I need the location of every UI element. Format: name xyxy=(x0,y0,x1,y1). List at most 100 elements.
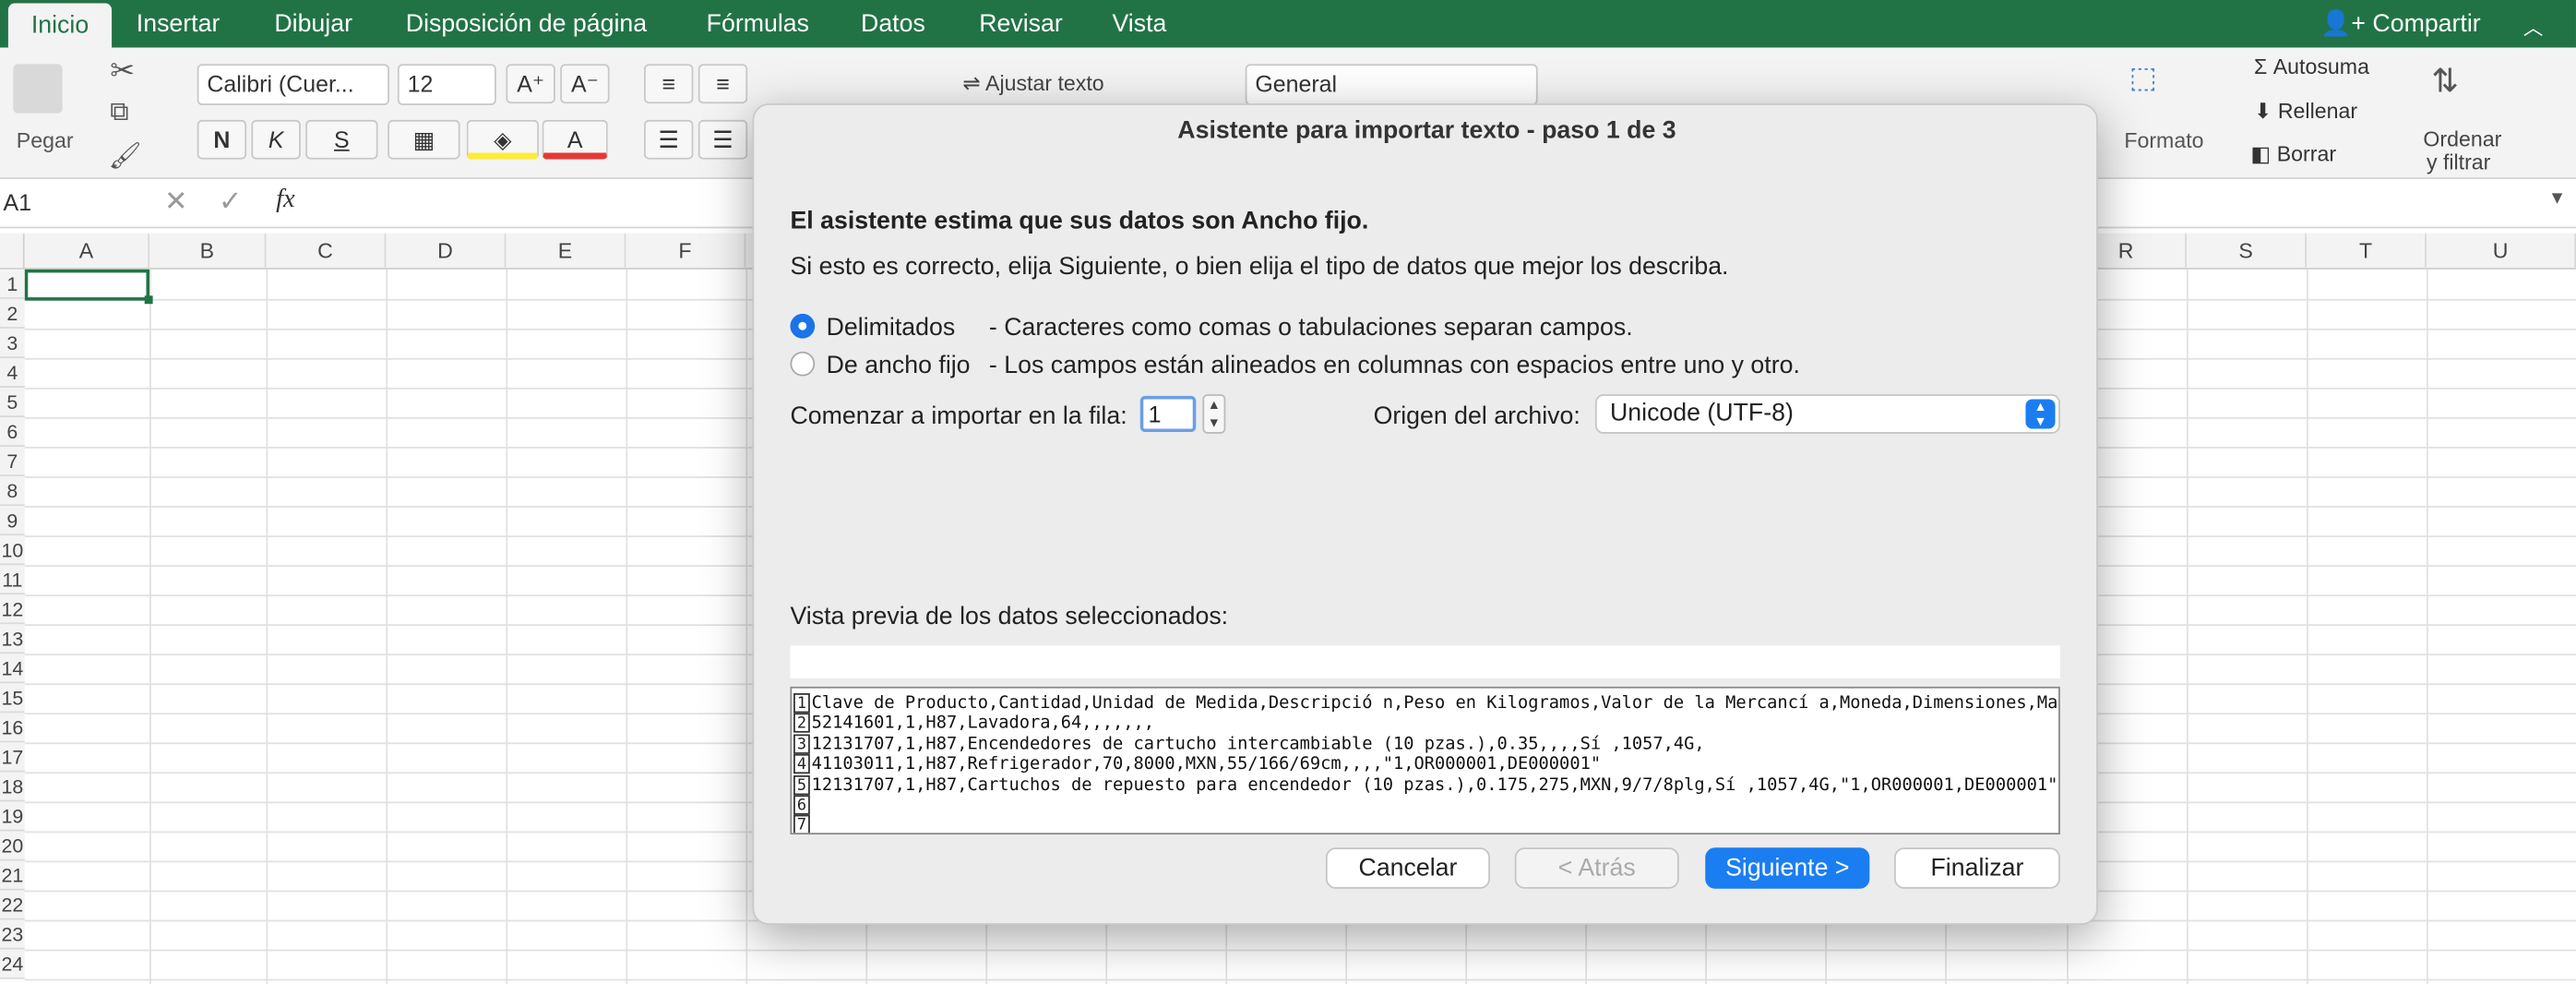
format-painter-icon[interactable]: 🖌 xyxy=(109,139,142,173)
cancel-button[interactable]: Cancelar xyxy=(1325,847,1491,889)
cancel-formula-icon[interactable]: ✕ xyxy=(164,186,187,219)
row-header[interactable]: 5 xyxy=(0,387,25,418)
col-header-f[interactable]: F xyxy=(626,233,746,270)
start-row-input[interactable]: 1 xyxy=(1139,395,1197,433)
sort-filter-label-1[interactable]: Ordenar xyxy=(2423,126,2501,151)
align-middle-icon[interactable]: ≡ xyxy=(698,64,748,104)
tab-dibujar[interactable]: Dibujar xyxy=(274,0,352,48)
clear-button[interactable]: ◧ Borrar xyxy=(2250,141,2336,167)
font-name-select[interactable]: Calibri (Cuer... xyxy=(197,64,390,105)
col-gridline xyxy=(266,269,268,984)
option-delimited-label[interactable]: Delimitados xyxy=(827,314,956,342)
fill-button[interactable]: ⬇ Rellenar xyxy=(2254,99,2357,125)
row-header[interactable]: 17 xyxy=(0,742,25,773)
col-header-e[interactable]: E xyxy=(506,233,626,270)
row-header[interactable]: 15 xyxy=(0,683,25,714)
row-header[interactable]: 22 xyxy=(0,890,25,920)
row-header[interactable]: 1 xyxy=(0,269,25,299)
col-header-t[interactable]: T xyxy=(2306,233,2427,270)
wrap-text-icon: ⇌ xyxy=(962,70,985,96)
sort-filter-icon[interactable]: ⇅ xyxy=(2431,61,2459,102)
preview-row-number: 2 xyxy=(793,714,810,734)
next-button[interactable]: Siguiente > xyxy=(1705,847,1870,889)
origin-select[interactable]: Unicode (UTF-8) ▲ ▼ xyxy=(1594,394,2060,434)
decrease-font-icon[interactable]: A⁻ xyxy=(560,64,610,104)
radio-delimited[interactable] xyxy=(790,313,816,339)
italic-button[interactable]: K xyxy=(251,119,301,160)
tab-disposicion[interactable]: Disposición de página xyxy=(406,0,647,48)
format-button[interactable]: Formato xyxy=(2124,128,2203,153)
radio-fixed-width[interactable] xyxy=(790,351,816,377)
number-format-select[interactable]: General xyxy=(1245,64,1538,105)
paste-label[interactable]: Pegar xyxy=(17,128,74,153)
paste-icon[interactable] xyxy=(13,64,63,114)
row-header[interactable]: 19 xyxy=(0,801,25,832)
confirm-formula-icon[interactable]: ✓ xyxy=(219,186,242,219)
row-header[interactable]: 21 xyxy=(0,860,25,891)
col-header-s[interactable]: S xyxy=(2186,233,2307,270)
wrap-text-button[interactable]: ⇌ Ajustar texto xyxy=(962,71,1103,97)
row-header[interactable]: 3 xyxy=(0,328,25,358)
expand-formula-icon[interactable]: ▼ xyxy=(2548,189,2566,209)
bold-button[interactable]: N xyxy=(197,119,247,160)
fill-handle[interactable] xyxy=(144,295,153,305)
align-left-icon[interactable]: ☰ xyxy=(643,119,694,160)
row-header[interactable]: 4 xyxy=(0,357,25,388)
tab-formulas[interactable]: Fórmulas xyxy=(707,0,809,48)
tab-vista[interactable]: Vista xyxy=(1112,0,1166,48)
tab-datos[interactable]: Datos xyxy=(861,0,925,48)
row-header[interactable]: 24 xyxy=(0,949,25,979)
col-gridline xyxy=(386,269,388,984)
option-fixed-desc: - Los campos están alineados en columnas… xyxy=(988,351,1800,380)
col-gridline xyxy=(2306,269,2308,984)
col-header-a[interactable]: A xyxy=(24,233,150,270)
row-header[interactable]: 9 xyxy=(0,506,25,536)
sort-filter-label-2[interactable]: y filtrar xyxy=(2427,150,2490,174)
autosum-button[interactable]: Σ Autosuma xyxy=(2254,54,2369,79)
start-row-stepper[interactable]: ▲ ▼ xyxy=(1202,394,1226,434)
row-header[interactable]: 12 xyxy=(0,594,25,625)
increase-font-icon[interactable]: A⁺ xyxy=(506,64,555,104)
copy-icon[interactable]: ⧉ xyxy=(110,99,128,128)
row-header[interactable]: 13 xyxy=(0,624,25,654)
row-header[interactable]: 18 xyxy=(0,772,25,802)
share-button[interactable]: 👤+ Compartir xyxy=(2320,0,2481,48)
data-preview-pane[interactable]: 1 Clave de Producto,Cantidad,Unidad de Me… xyxy=(790,686,2060,835)
row-header[interactable]: 10 xyxy=(0,535,25,566)
select-all-corner[interactable] xyxy=(0,233,25,270)
col-header-d[interactable]: D xyxy=(386,233,507,270)
col-header-u[interactable]: U xyxy=(2426,233,2576,270)
cut-icon[interactable]: ✂ xyxy=(110,54,135,89)
row-header[interactable]: 7 xyxy=(0,447,25,477)
fx-icon[interactable]: fx xyxy=(276,186,295,215)
active-cell-a1[interactable] xyxy=(24,269,150,301)
back-button[interactable]: < Atrás xyxy=(1514,847,1679,889)
dialog-title: Asistente para importar texto - paso 1 d… xyxy=(1177,116,1676,145)
row-header[interactable]: 23 xyxy=(0,919,25,950)
collapse-ribbon-icon[interactable]: ︿ xyxy=(2523,13,2543,41)
tab-inicio[interactable]: Inicio xyxy=(7,3,113,50)
align-top-icon[interactable]: ≡ xyxy=(643,64,694,104)
font-size-select[interactable]: 12 xyxy=(397,64,496,105)
format-cells-icon[interactable]: ⬚ xyxy=(2129,61,2157,95)
row-header[interactable]: 6 xyxy=(0,417,25,448)
borders-icon[interactable]: ▦ xyxy=(388,119,460,160)
name-box[interactable]: A1 xyxy=(4,189,31,215)
font-color-icon[interactable]: A xyxy=(542,119,608,160)
underline-button[interactable]: S xyxy=(305,119,378,160)
col-header-c[interactable]: C xyxy=(266,233,387,270)
finish-button[interactable]: Finalizar xyxy=(1894,847,2060,889)
row-header[interactable]: 8 xyxy=(0,476,25,507)
tab-insertar[interactable]: Insertar xyxy=(137,0,221,48)
row-header[interactable]: 16 xyxy=(0,713,25,743)
col-header-b[interactable]: B xyxy=(149,233,267,270)
row-header[interactable]: 20 xyxy=(0,831,25,861)
row-header[interactable]: 11 xyxy=(0,565,25,595)
row-header[interactable]: 2 xyxy=(0,298,25,329)
align-center-icon[interactable]: ☰ xyxy=(698,119,748,160)
option-fixed-label[interactable]: De ancho fijo xyxy=(827,352,971,379)
row-header[interactable]: 14 xyxy=(0,654,25,684)
fill-color-icon[interactable]: ◈ xyxy=(466,119,540,160)
tab-revisar[interactable]: Revisar xyxy=(979,0,1063,48)
preview-line: 12131707,1,H87,Encendedores de cartucho … xyxy=(811,734,1705,754)
